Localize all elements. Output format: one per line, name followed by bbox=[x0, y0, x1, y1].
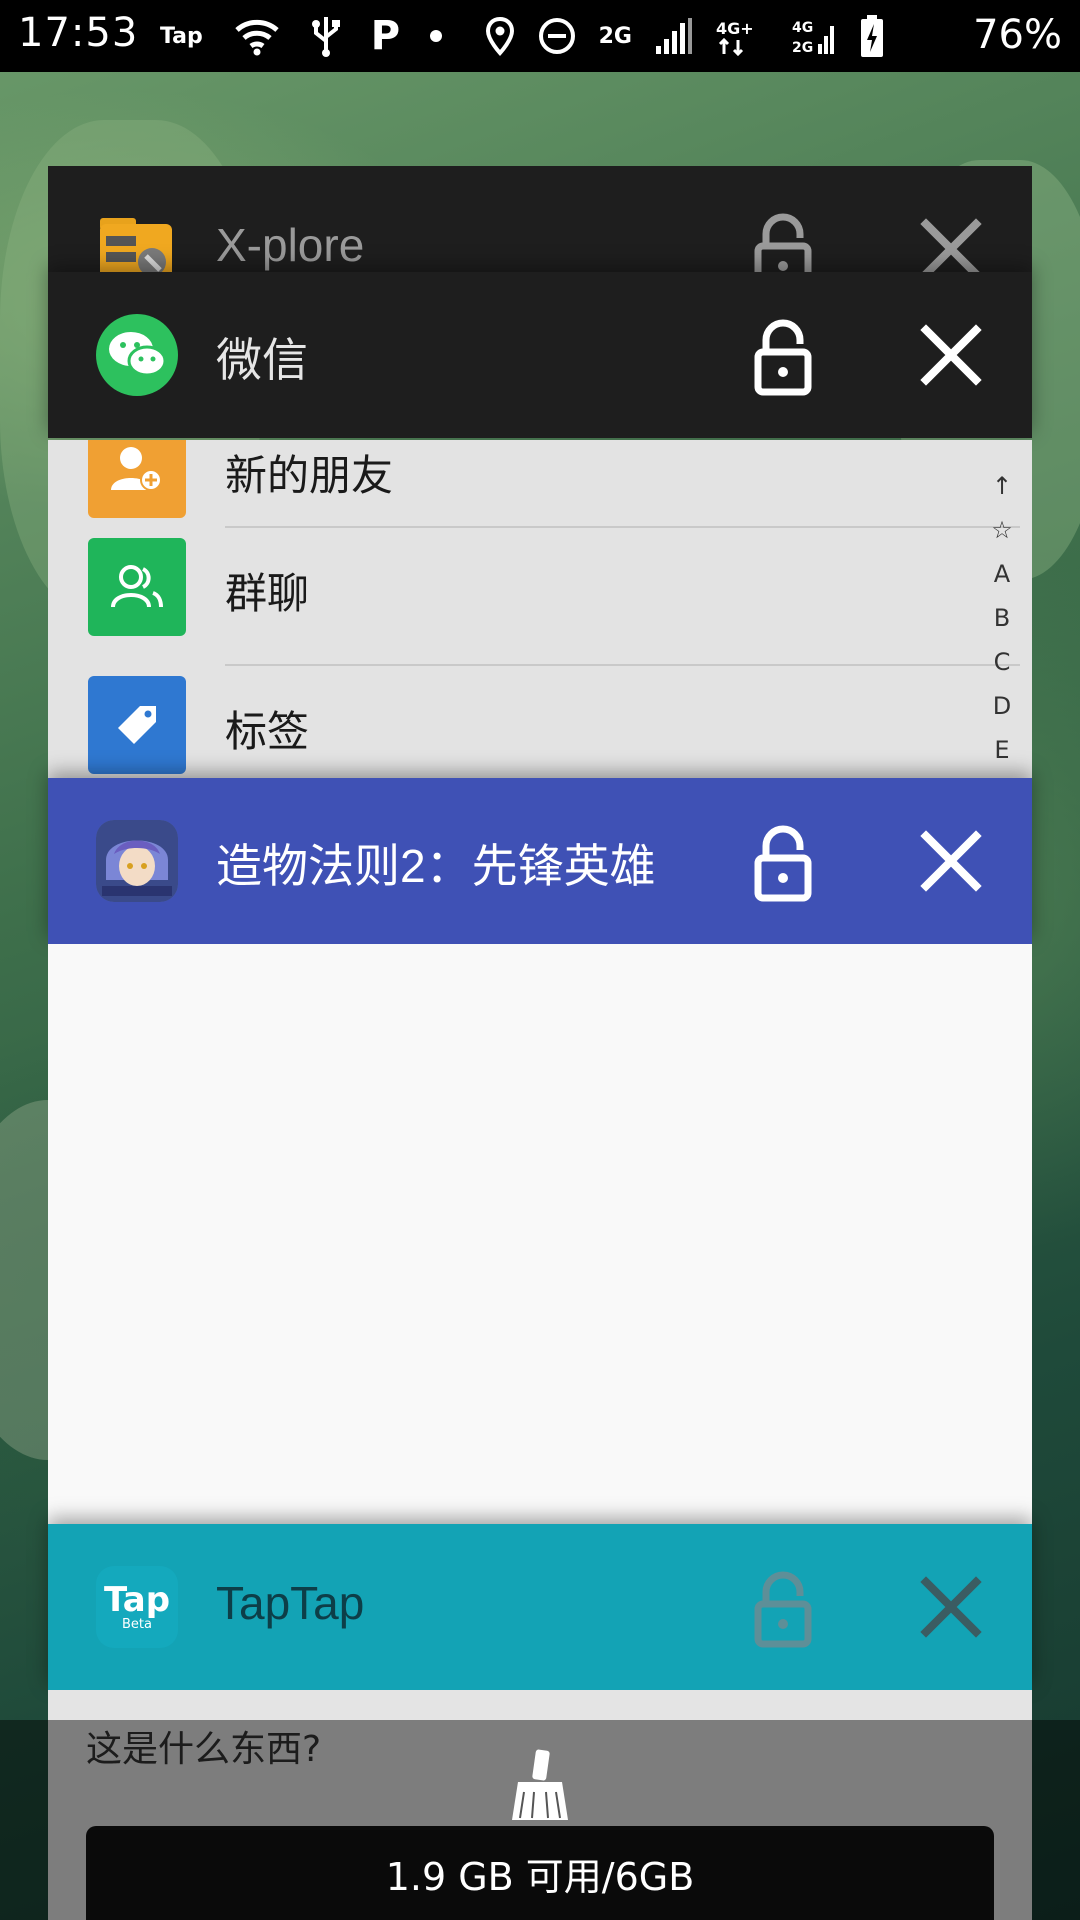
index-letter[interactable]: D bbox=[993, 688, 1011, 724]
svg-text:4G+: 4G+ bbox=[716, 19, 754, 38]
recent-app-card-game[interactable]: 造物法则2：先锋英雄 bbox=[48, 778, 1032, 944]
app-title: X-plore bbox=[216, 219, 365, 271]
dnd-icon bbox=[538, 18, 575, 54]
status-time: 17:53 bbox=[18, 10, 139, 56]
app-title: 造物法则2：先锋英雄 bbox=[216, 840, 656, 892]
taptap-app-icon: Tap Beta bbox=[96, 1566, 178, 1648]
game-app-icon bbox=[96, 820, 178, 902]
taptap-notification-icon: Tap bbox=[160, 23, 203, 49]
alphabet-index-bar[interactable]: ↑ ☆ A B C D E bbox=[982, 468, 1022, 768]
list-item: 标签 bbox=[48, 676, 1032, 780]
close-icon[interactable] bbox=[916, 320, 986, 390]
signal-icon: 4G+ bbox=[716, 19, 754, 56]
svg-text:4G: 4G bbox=[792, 20, 813, 36]
tag-icon bbox=[88, 676, 186, 774]
broom-icon[interactable] bbox=[508, 1748, 572, 1822]
game-preview[interactable] bbox=[48, 944, 1032, 1524]
status-bar: 17:53 Tap P 2G 4G+ 4G 2G 76% bbox=[0, 0, 1080, 72]
lock-icon[interactable] bbox=[748, 318, 818, 396]
index-letter[interactable]: E bbox=[994, 732, 1009, 768]
wifi-icon bbox=[235, 19, 279, 56]
memory-status: 1.9 GB 可用/6GB bbox=[86, 1826, 994, 1920]
list-item: 新的朋友 bbox=[48, 440, 1032, 538]
more-notifications-icon bbox=[430, 30, 443, 42]
close-icon[interactable] bbox=[916, 1572, 986, 1642]
contact-label: 新的朋友 bbox=[225, 451, 394, 500]
recent-app-card-wechat[interactable]: 微信 bbox=[48, 272, 1032, 438]
index-letter[interactable]: A bbox=[994, 556, 1010, 592]
index-letter[interactable]: B bbox=[994, 600, 1010, 636]
location-icon bbox=[485, 16, 514, 56]
battery-percent: 76% bbox=[973, 12, 1062, 58]
group-chat-icon bbox=[88, 538, 186, 636]
divider bbox=[225, 526, 1020, 528]
lock-icon[interactable] bbox=[748, 1570, 818, 1648]
network-type-label: 2G bbox=[598, 23, 632, 49]
index-letter[interactable]: ☆ bbox=[991, 512, 1013, 548]
recent-app-card-taptap[interactable]: Tap Beta TapTap bbox=[48, 1524, 1032, 1690]
usb-icon bbox=[311, 17, 340, 57]
contact-label: 群聊 bbox=[225, 569, 310, 618]
status-right-icons: 2G 4G+ 4G 2G bbox=[485, 14, 884, 58]
svg-text:2G: 2G bbox=[792, 40, 813, 56]
lock-icon[interactable] bbox=[748, 824, 818, 902]
list-item: 群聊 bbox=[48, 538, 1032, 676]
contact-label: 标签 bbox=[225, 707, 310, 756]
divider bbox=[225, 664, 1020, 666]
close-icon[interactable] bbox=[916, 826, 986, 896]
add-friend-icon bbox=[88, 440, 186, 518]
battery-icon bbox=[861, 15, 883, 57]
index-letter[interactable]: ↑ bbox=[992, 468, 1012, 504]
app-title: TapTap bbox=[216, 1577, 365, 1629]
wechat-preview[interactable]: 新的朋友 群聊 标签 ↑ ☆ A B C D E bbox=[48, 440, 1032, 780]
signal-icon: 4G 2G bbox=[792, 20, 834, 56]
wechat-app-icon bbox=[96, 314, 178, 396]
p-app-icon: P bbox=[370, 13, 401, 59]
signal-icon bbox=[656, 18, 692, 54]
index-letter[interactable]: C bbox=[994, 644, 1011, 680]
app-title: 微信 bbox=[216, 334, 308, 386]
status-left-icons: Tap P bbox=[160, 13, 443, 59]
